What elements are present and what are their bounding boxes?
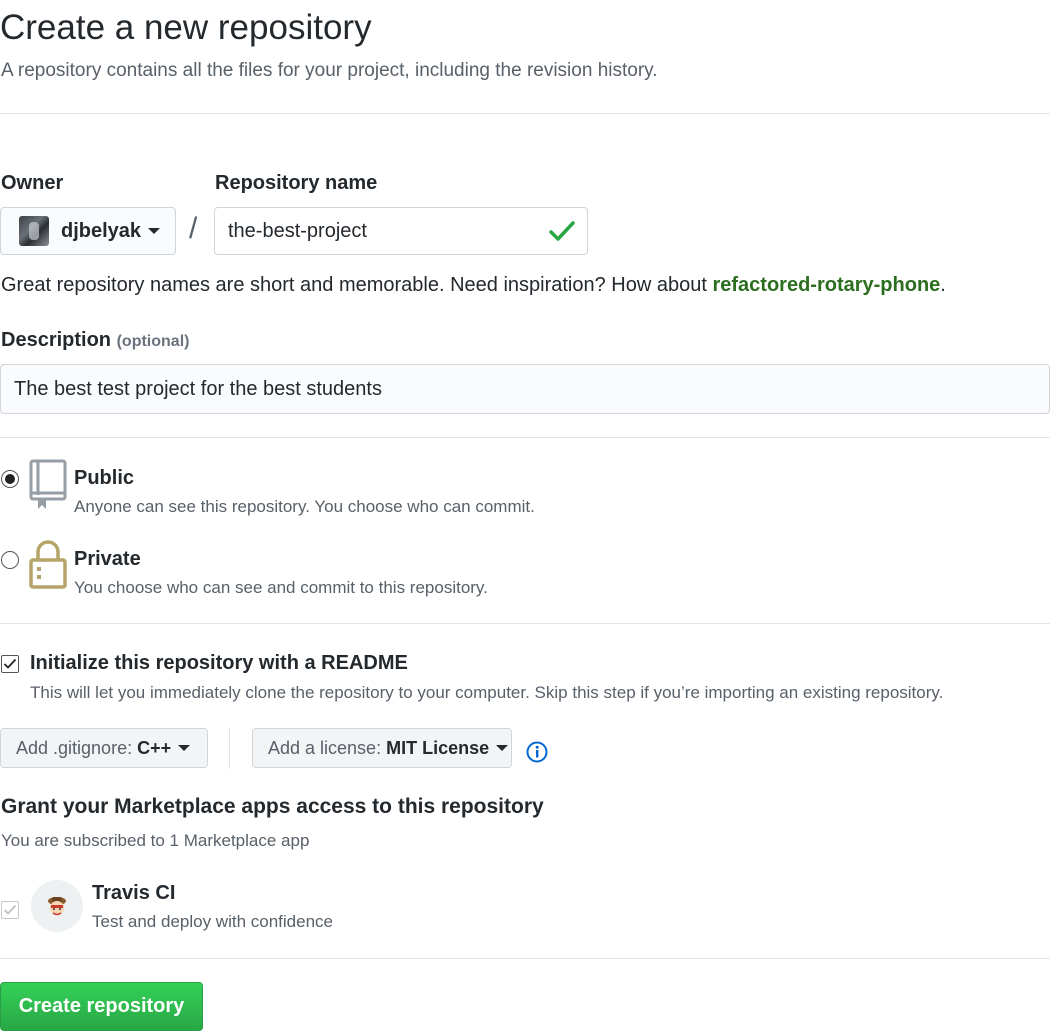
private-desc: You choose who can see and commit to thi… [74, 578, 488, 597]
lock-icon [28, 540, 68, 595]
public-title: Public [74, 467, 135, 489]
owner-name: djbelyak [61, 219, 142, 242]
owner-label: Owner [1, 172, 64, 194]
optional-tag: (optional) [116, 333, 190, 350]
marketplace-note: You are subscribed to 1 Marketplace app [1, 831, 310, 850]
private-title: Private [74, 548, 141, 570]
gitignore-value: C++ [137, 737, 172, 758]
description-input[interactable]: The best test project for the best stude… [0, 364, 1050, 414]
readme-desc: This will let you immediately clone the … [30, 683, 944, 702]
info-icon[interactable] [526, 741, 548, 768]
divider [0, 437, 1050, 438]
repo-name-label: Repository name [215, 172, 378, 194]
gitignore-dropdown[interactable]: Add .gitignore: C++ [0, 728, 208, 768]
vertical-divider [229, 728, 230, 769]
chevron-down-icon [178, 745, 191, 751]
description-label: Description (optional) [1, 329, 189, 352]
divider [0, 623, 1050, 624]
create-repository-button[interactable]: Create repository [0, 982, 203, 1031]
travis-ci-logo [31, 880, 83, 932]
app-name: Travis CI [92, 882, 176, 904]
app-desc: Test and deploy with confidence [92, 912, 333, 931]
marketplace-heading: Grant your Marketplace apps access to th… [1, 795, 544, 818]
owner-dropdown[interactable]: djbelyak [0, 207, 176, 255]
repo-book-icon [28, 459, 68, 516]
page-title: Create a new repository [0, 8, 372, 47]
chevron-down-icon [148, 228, 161, 234]
avatar [19, 216, 49, 246]
check-icon [3, 658, 17, 669]
travis-ci-checkbox[interactable] [1, 901, 19, 919]
description-label-text: Description [1, 329, 112, 351]
repository-name-value: the-best-project [228, 219, 367, 242]
divider [0, 958, 1050, 959]
license-label: Add a license: [268, 737, 382, 758]
hint-text: Great repository names are short and mem… [1, 274, 713, 296]
name-hint: Great repository names are short and mem… [1, 274, 946, 297]
check-icon [3, 904, 17, 915]
check-icon [549, 220, 575, 248]
readme-title: Initialize this repository with a README [30, 652, 408, 674]
owner-repo-separator: / [189, 212, 198, 245]
name-suggestion-link[interactable]: refactored-rotary-phone [712, 274, 940, 296]
chevron-down-icon [496, 745, 509, 751]
readme-checkbox[interactable] [1, 655, 19, 673]
page-subtitle: A repository contains all the files for … [1, 60, 658, 81]
description-value: The best test project for the best stude… [14, 377, 382, 400]
divider [0, 113, 1050, 114]
private-radio[interactable] [1, 551, 19, 569]
public-desc: Anyone can see this repository. You choo… [74, 497, 535, 516]
public-radio[interactable] [1, 470, 19, 488]
license-value: MIT License [386, 737, 490, 758]
gitignore-label: Add .gitignore: [16, 737, 133, 758]
repository-name-input[interactable]: the-best-project [214, 207, 588, 255]
hint-end: . [940, 274, 946, 296]
license-dropdown[interactable]: Add a license: MIT License [252, 728, 512, 768]
